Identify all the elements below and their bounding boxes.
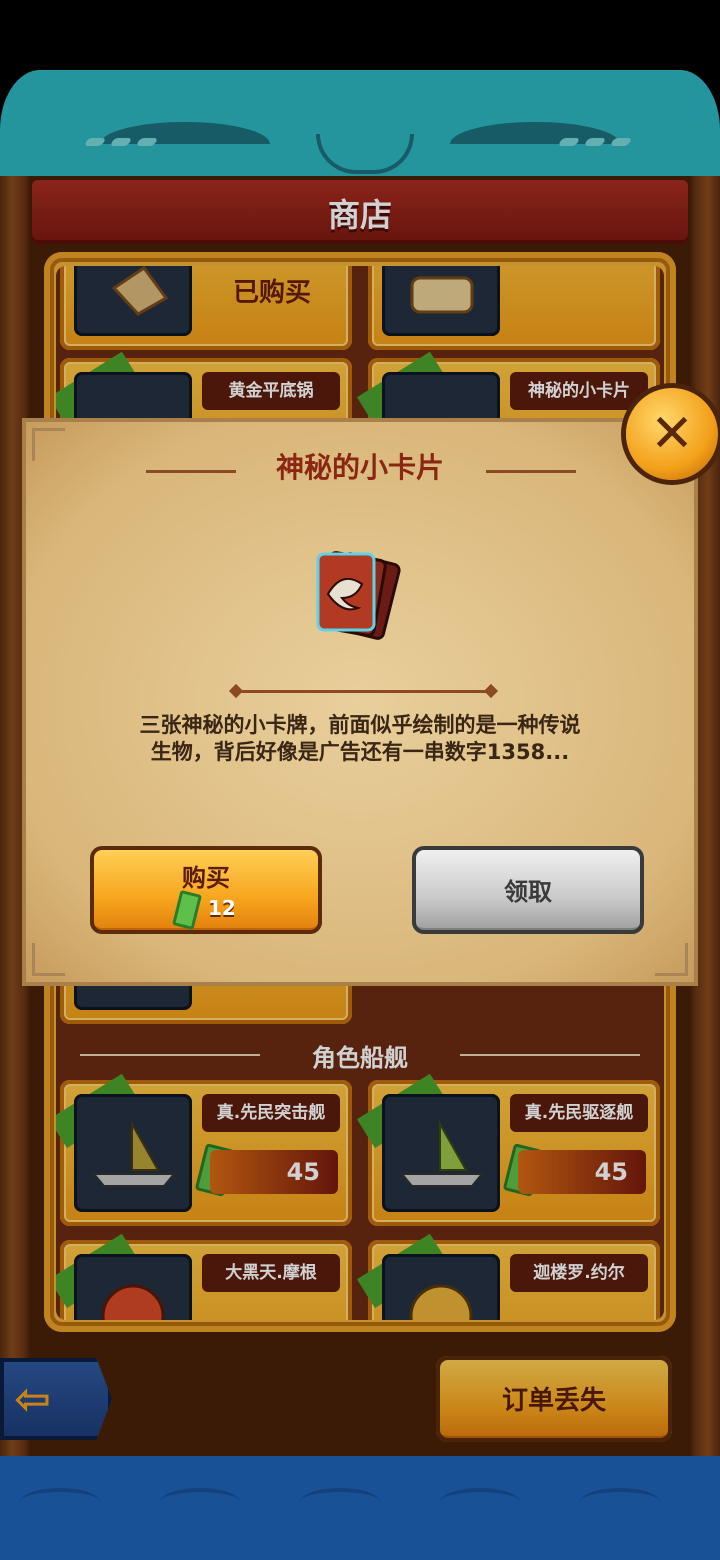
- divider-ornament: [236, 690, 492, 693]
- item-description: 三张神秘的小卡牌，前面似乎绘制的是一种传说 生物，背后好像是广告还有一串数字13…: [60, 712, 660, 766]
- dialog-title: 神秘的小卡片: [275, 451, 444, 484]
- corner-ornament: [32, 943, 65, 976]
- mystery-card-icon: [316, 551, 401, 640]
- divider-diamond: [483, 683, 499, 699]
- buy-button-label: 购买: [182, 864, 230, 892]
- claim-button-label: 领取: [504, 878, 552, 906]
- description-line: 三张神秘的小卡牌，前面似乎绘制的是一种传说: [139, 713, 581, 737]
- close-x-icon: ✕: [650, 404, 694, 464]
- corner-ornament: [655, 943, 688, 976]
- description-line: 生物，背后好像是广告还有一串数字1358...: [150, 740, 570, 764]
- divider-diamond: [228, 683, 244, 699]
- buy-price: 12: [208, 896, 236, 920]
